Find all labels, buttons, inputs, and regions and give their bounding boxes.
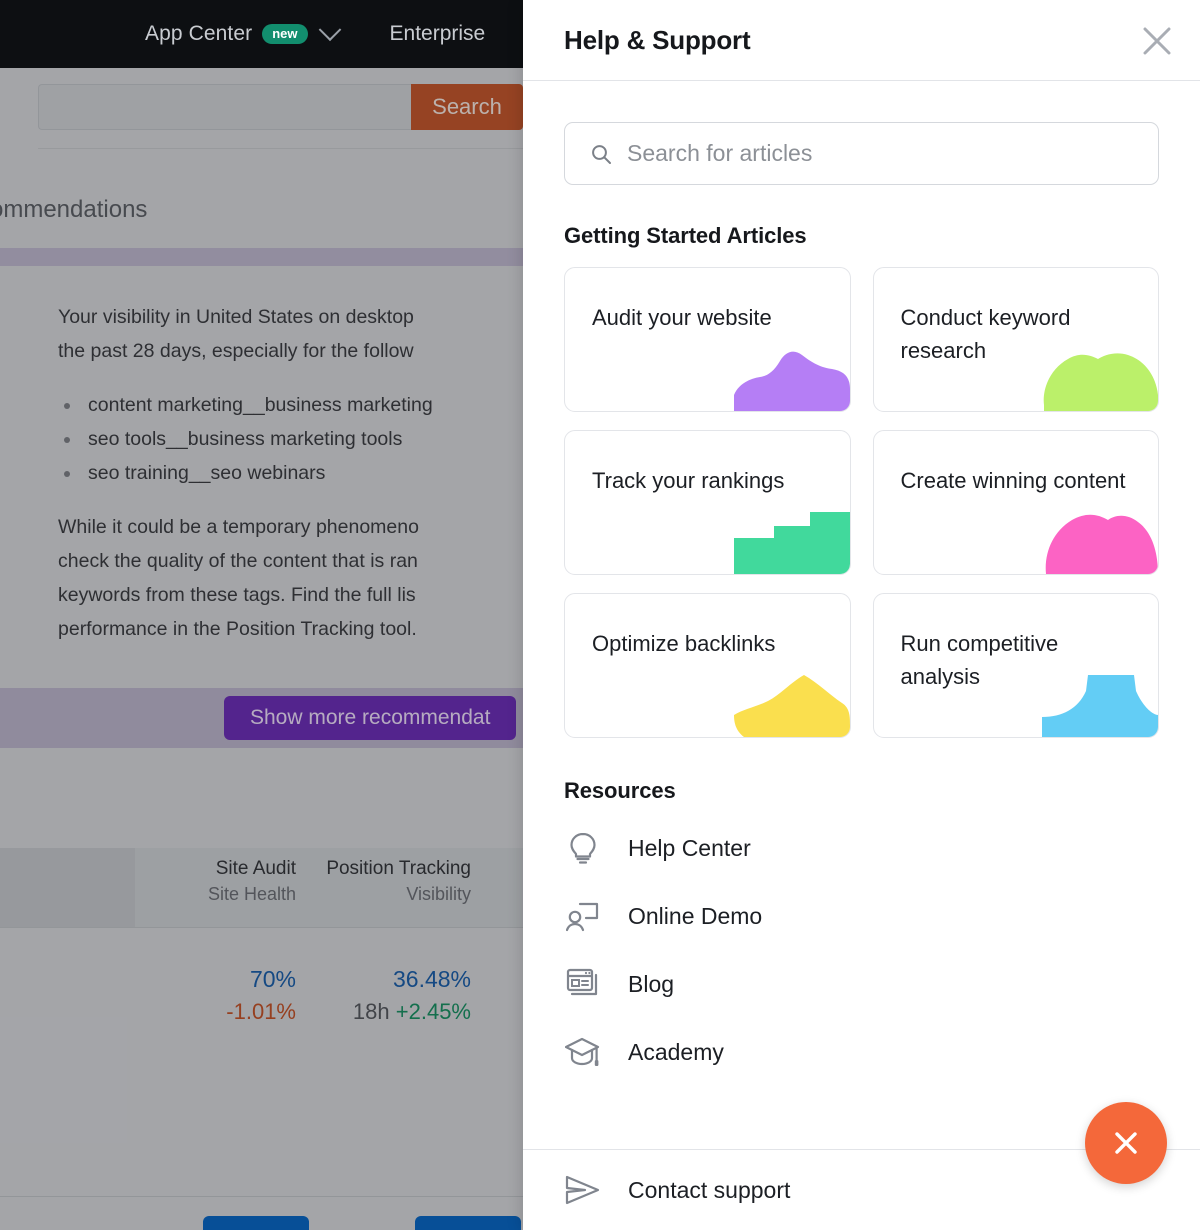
blue-blob (1042, 675, 1158, 737)
search-section (564, 122, 1159, 185)
list-item: seo tools__business marketing tools (58, 422, 588, 456)
metric-subtitle: Site Health (207, 884, 296, 904)
nav-item-app-center[interactable]: App Center (145, 22, 252, 46)
contact-support-item[interactable]: Contact support (564, 1150, 1159, 1230)
presentation-icon (564, 900, 602, 932)
metric-value: 36.48% (392, 966, 471, 992)
yellow-blob (733, 675, 850, 737)
article-card-optimize-backlinks[interactable]: Optimize backlinks (564, 593, 851, 738)
green-blob (1043, 353, 1158, 411)
close-icon[interactable] (1138, 22, 1176, 60)
metric-header-site-audit: Site Audit Site Health (135, 848, 310, 927)
card-label: Create winning content (900, 468, 1126, 493)
blog-icon (564, 968, 602, 1000)
metric-value-site-audit: 70% -1.01% (135, 966, 310, 1048)
article-card-track-your-rankings[interactable]: Track your rankings (564, 430, 851, 575)
highlight-strip (0, 248, 600, 266)
metrics-header-row: Site Audit Site Health Position Tracking… (0, 848, 600, 928)
graduation-cap-icon (564, 1036, 602, 1068)
purple-blob (733, 351, 850, 411)
close-icon (1115, 1132, 1137, 1154)
card-label: Track your rankings (592, 468, 785, 493)
paragraph-line: While it could be a temporary phenomeno (58, 516, 419, 538)
panel-title: Help & Support (564, 24, 751, 55)
card-label: Audit your website (592, 305, 772, 330)
panel-header: Help & Support (523, 0, 1200, 81)
metric-delta: -1.01% (226, 999, 296, 1024)
chevron-down-icon[interactable] (318, 18, 341, 42)
metric-delta-row: 18h +2.45% (310, 999, 471, 1025)
resource-label: Blog (628, 970, 675, 997)
background-paragraph-2: While it could be a temporary phenomeno … (58, 510, 578, 646)
list-item: content marketing__business marketing (58, 388, 588, 422)
paragraph-line: keywords from these tags. Find the full … (58, 584, 416, 606)
paragraph-line: check the quality of the content that is… (58, 550, 418, 572)
paragraph-line: Your visibility in United States on desk… (58, 306, 414, 328)
metric-delta: +2.45% (395, 999, 471, 1024)
new-badge: new (262, 24, 308, 44)
search-input[interactable] (627, 140, 1158, 167)
resource-label: Online Demo (628, 902, 763, 929)
background-primary-button-1[interactable] (203, 1216, 309, 1230)
nav-item-enterprise[interactable]: Enterprise (390, 22, 486, 46)
paragraph-line: performance in the Position Tracking too… (58, 618, 417, 640)
metric-title: Position Tracking (326, 858, 471, 879)
show-more-recommendations-button[interactable]: Show more recommendat (224, 696, 517, 740)
divider (0, 1196, 600, 1197)
metrics-spacer (0, 848, 135, 927)
article-card-audit-your-website[interactable]: Audit your website (564, 267, 851, 412)
pink-blob (1045, 514, 1158, 574)
resource-item-online-demo[interactable]: Online Demo (564, 882, 1159, 950)
show-more-container: Show more recommendat (0, 688, 600, 748)
articles-card-grid: Audit your website Conduct keyword resea… (564, 267, 1159, 738)
metric-value: 70% (249, 966, 296, 992)
divider (38, 148, 598, 149)
help-and-support-panel: Help & Support Getting Started Articles (523, 0, 1200, 1230)
background-search-input[interactable] (38, 84, 411, 130)
lightbulb-icon (564, 831, 602, 865)
recommendations-heading: ommendations (0, 196, 148, 223)
resource-item-academy[interactable]: Academy (564, 1018, 1159, 1086)
metric-header-position-tracking: Position Tracking Visibility (310, 848, 485, 927)
resource-item-help-center[interactable]: Help Center (564, 814, 1159, 882)
metrics-table: Site Audit Site Health Position Tracking… (0, 848, 600, 1048)
metric-title: Site Audit (215, 858, 296, 879)
background-search-button[interactable]: Search (411, 84, 523, 130)
resource-label: Help Center (628, 834, 751, 861)
search-box[interactable] (564, 122, 1159, 185)
background-search-row: Search (38, 84, 523, 130)
panel-body: Getting Started Articles Audit your webs… (523, 81, 1200, 1149)
metric-value-position-tracking: 36.48% 18h +2.45% (310, 966, 485, 1048)
metrics-spacer (0, 966, 135, 1048)
metrics-value-row: 70% -1.01% 36.48% 18h +2.45% (0, 928, 600, 1048)
resources-section-title: Resources (564, 778, 676, 803)
background-paragraph-1: Your visibility in United States on desk… (58, 300, 578, 368)
resources-list: Help Center Online Demo Blog Academy (564, 814, 1159, 1086)
resource-label: Academy (628, 1038, 724, 1065)
metric-subtitle: Visibility (406, 884, 471, 904)
teal-stairs-blob (733, 512, 850, 574)
card-label: Optimize backlinks (592, 631, 776, 656)
metric-extra: 18h (352, 999, 390, 1024)
article-card-conduct-keyword-research[interactable]: Conduct keyword research (872, 267, 1159, 412)
article-card-run-competitive-analysis[interactable]: Run competitive analysis (872, 593, 1159, 738)
close-help-fab-button[interactable] (1085, 1102, 1167, 1184)
send-icon (564, 1175, 602, 1205)
background-primary-button-2[interactable] (415, 1216, 521, 1230)
search-icon (592, 144, 611, 164)
paragraph-line: the past 28 days, especially for the fol… (58, 340, 414, 362)
articles-section-title: Getting Started Articles (564, 223, 807, 248)
keyword-list: content marketing__business marketing se… (58, 388, 588, 490)
resource-item-blog[interactable]: Blog (564, 950, 1159, 1018)
background-content: Search ommendations Your visibility in U… (0, 68, 600, 1230)
screen: App Center new Enterprise Search ommenda… (0, 0, 1200, 1230)
contact-support-label: Contact support (628, 1176, 791, 1203)
list-item: seo training__seo webinars (58, 456, 588, 490)
article-card-create-winning-content[interactable]: Create winning content (872, 430, 1159, 575)
